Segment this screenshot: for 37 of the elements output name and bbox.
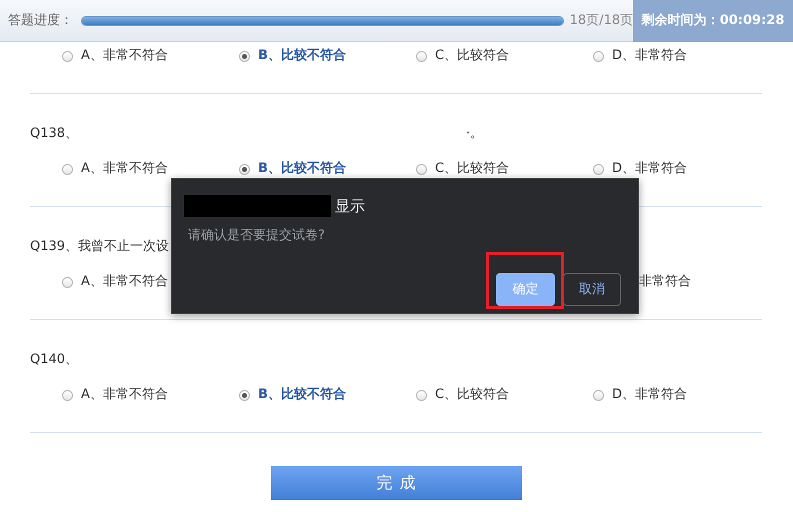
option-label[interactable]: B、比较不符合 xyxy=(258,46,346,66)
option-label[interactable]: C、比较符合 xyxy=(435,159,510,179)
radio-button[interactable] xyxy=(239,164,250,174)
question-text: ·。 xyxy=(466,125,484,143)
question-text: Q138、 xyxy=(30,125,78,143)
radio-button[interactable] xyxy=(593,164,604,174)
radio-button[interactable] xyxy=(593,50,604,62)
radio-button[interactable] xyxy=(416,50,427,62)
radio-button[interactable] xyxy=(239,390,250,400)
option-label[interactable]: D、非常符合 xyxy=(612,385,688,405)
option-label[interactable]: C、比较符合 xyxy=(435,46,510,66)
option-label[interactable]: A、非常不符合 xyxy=(81,159,168,179)
dialog-title: 显示 xyxy=(335,196,365,217)
radio-button[interactable] xyxy=(62,390,73,400)
question-text: Q140、 xyxy=(30,351,78,369)
option-label[interactable]: D、非常符合 xyxy=(612,46,688,66)
radio-button[interactable] xyxy=(62,50,73,62)
countdown-timer: 剩余时间为：00:09:28 xyxy=(633,0,793,42)
option-label[interactable]: D、非常符合 xyxy=(612,159,688,179)
dialog-message: 请确认是否要提交试卷? xyxy=(187,226,326,244)
page-count: 18页/18页 xyxy=(570,12,634,30)
option-label[interactable]: B、比较不符合 xyxy=(258,159,346,179)
option-label[interactable]: A、非常不符合 xyxy=(81,385,168,405)
option-label[interactable]: C、比较符合 xyxy=(435,385,510,405)
option-label[interactable]: 非常符合 xyxy=(639,272,691,292)
radio-button[interactable] xyxy=(62,164,73,174)
radio-button[interactable] xyxy=(416,390,427,400)
cancel-button[interactable]: 取消 xyxy=(563,273,621,306)
radio-button[interactable] xyxy=(593,390,604,400)
radio-button[interactable] xyxy=(239,50,250,62)
option-label[interactable]: A、非常不符合 xyxy=(81,272,168,292)
option-label[interactable]: B、比较不符合 xyxy=(258,385,346,405)
progress-label: 答题进度： xyxy=(7,12,73,30)
radio-button[interactable] xyxy=(416,164,427,174)
question-text: Q139、我曾不止一次设 xyxy=(30,238,170,256)
option-label[interactable]: A、非常不符合 xyxy=(81,46,168,66)
radio-button[interactable] xyxy=(62,276,73,288)
